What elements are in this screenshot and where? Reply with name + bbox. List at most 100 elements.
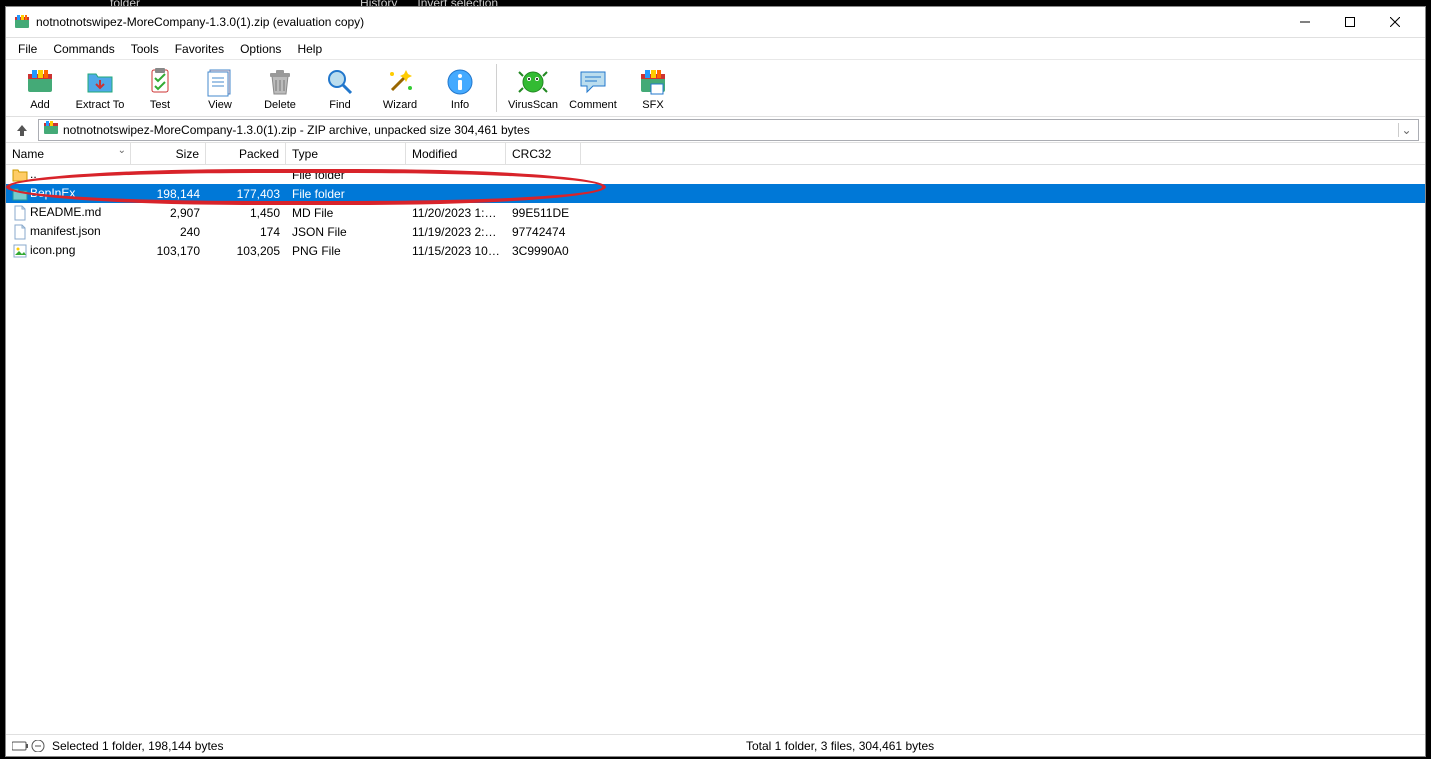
menu-bar: File Commands Tools Favorites Options He… <box>6 37 1425 59</box>
file-row[interactable]: README.md2,9071,450MD File11/20/2023 1:3… <box>6 203 1425 222</box>
menu-help[interactable]: Help <box>289 40 330 58</box>
cell-name: manifest.json <box>6 223 131 241</box>
cell-crc: 3C9990A0 <box>506 243 581 259</box>
menu-options[interactable]: Options <box>232 40 289 58</box>
toolbar-separator <box>496 64 497 112</box>
header-type[interactable]: Type <box>286 143 406 164</box>
wizard-icon <box>384 66 416 98</box>
path-dropdown[interactable]: ⌄ <box>1398 123 1414 137</box>
toolbar-label: Test <box>150 99 170 111</box>
cell-size: 198,144 <box>131 186 206 202</box>
minimize-button[interactable] <box>1282 8 1327 36</box>
file-row[interactable]: BepInEx198,144177,403File folder <box>6 184 1425 203</box>
status-total: Total 1 folder, 3 files, 304,461 bytes <box>746 739 934 753</box>
cell-modified <box>406 193 506 195</box>
cell-packed: 177,403 <box>206 186 286 202</box>
menu-favorites[interactable]: Favorites <box>167 40 232 58</box>
header-name[interactable]: Name <box>6 143 131 164</box>
test-icon <box>144 66 176 98</box>
wizard-button[interactable]: Wizard <box>372 61 428 115</box>
cell-packed <box>206 174 286 176</box>
comment-button[interactable]: Comment <box>565 61 621 115</box>
cell-name: .. <box>6 166 131 184</box>
winrar-icon <box>14 14 30 30</box>
toolbar-label: Extract To <box>76 99 125 111</box>
add-icon <box>24 66 56 98</box>
cell-type: MD File <box>286 205 406 221</box>
toolbar-label: Add <box>30 99 50 111</box>
header-crc[interactable]: CRC32 <box>506 143 581 164</box>
header-packed[interactable]: Packed <box>206 143 286 164</box>
sfx-button[interactable]: SFX <box>625 61 681 115</box>
menu-tools[interactable]: Tools <box>123 40 167 58</box>
file-row[interactable]: .. File folder <box>6 165 1425 184</box>
cell-packed: 174 <box>206 224 286 240</box>
archive-icon <box>43 120 59 139</box>
cell-crc <box>506 174 581 176</box>
cell-name: README.md <box>6 204 131 222</box>
toolbar: Add Extract To Test View Delete Find Wizard Inf… <box>6 59 1425 117</box>
image-icon <box>12 243 28 259</box>
delete-button[interactable]: Delete <box>252 61 308 115</box>
cell-modified <box>406 174 506 176</box>
cell-modified: 11/19/2023 2:1... <box>406 224 506 240</box>
view-button[interactable]: View <box>192 61 248 115</box>
toolbar-label: Wizard <box>383 99 417 111</box>
extract-icon <box>84 66 116 98</box>
cell-type: JSON File <box>286 224 406 240</box>
cell-size: 103,170 <box>131 243 206 259</box>
cell-crc: 99E511DE <box>506 205 581 221</box>
toolbar-label: View <box>208 99 232 111</box>
cell-size <box>131 174 206 176</box>
cell-name: BepInEx <box>6 185 131 203</box>
comment-icon <box>577 66 609 98</box>
maximize-button[interactable] <box>1327 8 1372 36</box>
path-field[interactable]: notnotnotswipez-MoreCompany-1.3.0(1).zip… <box>38 119 1419 141</box>
path-bar: notnotnotswipez-MoreCompany-1.3.0(1).zip… <box>6 117 1425 143</box>
window-title: notnotnotswipez-MoreCompany-1.3.0(1).zip… <box>36 15 1282 29</box>
cell-type: PNG File <box>286 243 406 259</box>
path-text: notnotnotswipez-MoreCompany-1.3.0(1).zip… <box>63 123 1394 137</box>
title-bar[interactable]: notnotnotswipez-MoreCompany-1.3.0(1).zip… <box>6 7 1425 37</box>
cell-modified: 11/15/2023 10:... <box>406 243 506 259</box>
file-icon <box>12 224 28 240</box>
delete-icon <box>264 66 296 98</box>
sfx-icon <box>637 66 669 98</box>
file-row[interactable]: icon.png103,170103,205PNG File11/15/2023… <box>6 241 1425 260</box>
virus-button[interactable]: VirusScan <box>505 61 561 115</box>
file-row[interactable]: manifest.json240174JSON File11/19/2023 2… <box>6 222 1425 241</box>
cell-type: File folder <box>286 186 406 202</box>
info-button[interactable]: Info <box>432 61 488 115</box>
file-list[interactable]: Name Size Packed Type Modified CRC32 .. F… <box>6 143 1425 734</box>
cell-modified: 11/20/2023 1:3... <box>406 205 506 221</box>
menu-file[interactable]: File <box>10 40 45 58</box>
folder-icon <box>12 186 28 202</box>
column-headers: Name Size Packed Type Modified CRC32 <box>6 143 1425 165</box>
cell-crc <box>506 193 581 195</box>
menu-commands[interactable]: Commands <box>45 40 122 58</box>
cell-size: 2,907 <box>131 205 206 221</box>
cell-size: 240 <box>131 224 206 240</box>
cell-crc: 97742474 <box>506 224 581 240</box>
test-button[interactable]: Test <box>132 61 188 115</box>
find-icon <box>324 66 356 98</box>
file-icon <box>12 205 28 221</box>
extract-button[interactable]: Extract To <box>72 61 128 115</box>
virus-icon <box>517 66 549 98</box>
toolbar-label: Comment <box>569 99 617 111</box>
toolbar-label: Find <box>329 99 350 111</box>
close-button[interactable] <box>1372 8 1417 36</box>
view-icon <box>204 66 236 98</box>
add-button[interactable]: Add <box>12 61 68 115</box>
status-bar: Selected 1 folder, 198,144 bytes Total 1… <box>6 734 1425 756</box>
header-size[interactable]: Size <box>131 143 206 164</box>
cell-name: icon.png <box>6 242 131 260</box>
find-button[interactable]: Find <box>312 61 368 115</box>
up-button[interactable] <box>12 120 32 140</box>
cell-packed: 1,450 <box>206 205 286 221</box>
toolbar-label: SFX <box>642 99 663 111</box>
cell-type: File folder <box>286 167 406 183</box>
header-modified[interactable]: Modified <box>406 143 506 164</box>
winrar-window: notnotnotswipez-MoreCompany-1.3.0(1).zip… <box>5 6 1426 757</box>
toolbar-label: VirusScan <box>508 99 558 111</box>
